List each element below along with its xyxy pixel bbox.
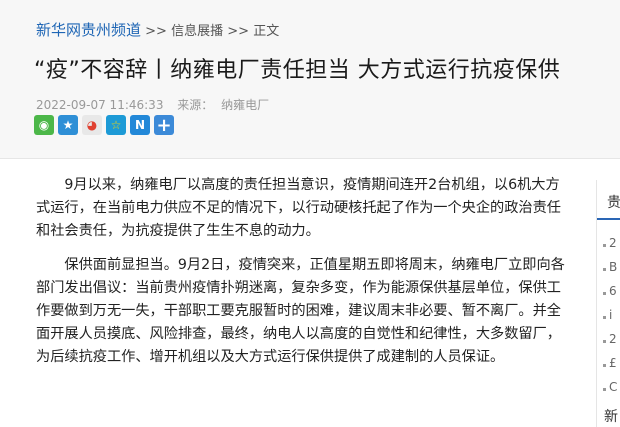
sidebar-item[interactable]: 2 xyxy=(609,236,617,250)
sidebar-item[interactable]: £ xyxy=(609,356,617,370)
breadcrumb-site-link[interactable]: 新华网贵州频道 xyxy=(36,21,141,39)
bullet-icon xyxy=(603,364,606,367)
qzone-icon[interactable]: ★ xyxy=(58,115,78,135)
breadcrumb-current: 正文 xyxy=(253,24,280,39)
breadcrumb-separator: >> xyxy=(145,24,167,39)
article-meta: 2022-09-07 11:46:33 来源： 纳雍电厂 xyxy=(36,96,279,113)
sidebar-divider xyxy=(597,218,620,220)
sidebar-item[interactable]: C xyxy=(609,380,617,394)
article-paragraph: 保供面前显担当。9月2日，疫情突来，正值星期五即将周末，纳雍电厂立即向各部门发出… xyxy=(36,257,565,365)
more-icon[interactable]: + xyxy=(154,115,174,136)
sidebar-heading-2: 新 xyxy=(604,409,618,425)
publish-date: 2022-09-07 11:46:33 xyxy=(36,98,164,112)
weibo-icon[interactable]: ◕ xyxy=(82,115,102,135)
sidebar-item[interactable]: 6 xyxy=(609,284,617,298)
bullet-icon xyxy=(603,388,606,391)
share-bar: ◉ ★ ◕ ☆ N + xyxy=(34,115,174,137)
bullet-icon xyxy=(603,244,606,247)
article-paragraph: 9月以来，纳雍电厂以高度的责任担当意识，疫情期间连开2台机组，以6机大方式运行，… xyxy=(36,177,561,239)
sidebar-item[interactable]: 2 xyxy=(609,332,617,346)
breadcrumb: 新华网贵州频道 >> 信息展播 >> 正文 xyxy=(36,21,279,41)
n-icon[interactable]: N xyxy=(130,115,150,135)
page-title: “疫”不容辞丨纳雍电厂责任担当 大方式运行抗疫保供 xyxy=(34,58,561,83)
sidebar-heading: 贵 xyxy=(607,195,620,211)
breadcrumb-separator: >> xyxy=(227,24,250,39)
sidebar-item[interactable]: i xyxy=(609,308,612,322)
wechat-icon[interactable]: ◉ xyxy=(34,115,54,135)
bullet-icon xyxy=(603,340,606,343)
source-label: 来源： xyxy=(177,98,214,112)
article-body: 9月以来，纳雍电厂以高度的责任担当意识，疫情期间连开2台机组，以6机大方式运行，… xyxy=(36,174,566,380)
bullet-icon xyxy=(603,316,606,319)
breadcrumb-section-link[interactable]: 信息展播 xyxy=(171,24,223,39)
sidebar: 贵 2 B 6 i 2 £ C xyxy=(596,180,620,427)
bullet-icon xyxy=(603,268,606,271)
sidebar-item[interactable]: B xyxy=(609,260,617,274)
source-name: 纳雍电厂 xyxy=(221,98,270,112)
qq-icon[interactable]: ☆ xyxy=(106,115,126,135)
article-header: 新华网贵州频道 >> 信息展播 >> 正文 “疫”不容辞丨纳雍电厂责任担当 大方… xyxy=(0,0,620,159)
bullet-icon xyxy=(603,292,606,295)
